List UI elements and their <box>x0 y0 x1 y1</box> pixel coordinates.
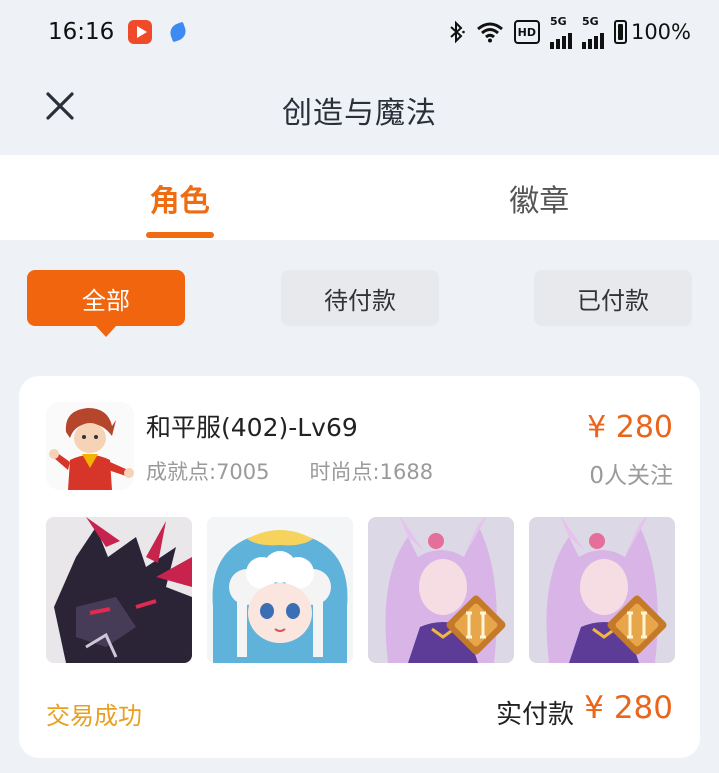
page-header: 创造与魔法 <box>0 64 719 155</box>
battery-icon <box>613 20 627 44</box>
tab-bar: 角色 徽章 <box>0 155 719 240</box>
status-bar: 16:16 HD 5G 5G 100% <box>0 0 719 64</box>
filter-bar: 全部 待付款 已付款 <box>0 268 719 338</box>
tab-role-label: 角色 <box>149 183 210 219</box>
battery-percent: 100% <box>630 20 691 44</box>
skin-thumbnail-dragon[interactable] <box>46 517 192 663</box>
tab-active-underline <box>145 232 214 238</box>
fashion-points: 时尚点:1688 <box>309 460 434 484</box>
filter-paid-button[interactable]: 已付款 <box>534 270 692 326</box>
follow-count: 0人关注 <box>589 463 673 489</box>
avatar <box>46 402 134 490</box>
paid-label: 实付款 <box>495 700 574 730</box>
signal-label: 5G <box>549 14 567 28</box>
signal-icon: 5G <box>549 16 572 49</box>
listing-price: ¥ 280 <box>587 410 673 445</box>
trade-status: 交易成功 <box>46 702 142 730</box>
status-bar-right: HD 5G 5G 100% <box>448 16 691 49</box>
status-bar-left: 16:16 <box>48 19 190 45</box>
paid-amount: ¥ 280 <box>584 690 673 726</box>
signal-label: 5G <box>581 14 599 28</box>
skin-thumbnail-cloud-doll[interactable] <box>207 517 353 663</box>
filter-pending-button[interactable]: 待付款 <box>281 270 439 326</box>
hd-icon: HD <box>513 20 540 44</box>
filter-all-button[interactable]: 全部 <box>27 270 185 337</box>
bluetooth-icon <box>448 20 466 44</box>
signal-icon: 5G <box>581 16 604 49</box>
blue-app-icon <box>166 20 190 44</box>
close-icon <box>46 92 74 120</box>
skin-thumbnail-fox-girl[interactable] <box>368 517 514 663</box>
stats-row: 成就点:7005 时尚点:1688 <box>146 456 433 486</box>
skin-thumbnail-fox-girl[interactable] <box>529 517 675 663</box>
skin-gallery <box>46 517 675 663</box>
page-title: 创造与魔法 <box>282 95 437 131</box>
tab-badge-label: 徽章 <box>509 183 570 219</box>
server-name: 和平服(402)-Lv69 <box>146 413 358 442</box>
achievement-points: 成就点:7005 <box>146 460 270 484</box>
video-app-icon <box>128 20 153 44</box>
wifi-icon <box>476 20 504 44</box>
close-button[interactable] <box>40 86 80 126</box>
tab-role[interactable]: 角色 <box>0 155 360 240</box>
status-time: 16:16 <box>48 19 115 45</box>
tab-badge[interactable]: 徽章 <box>360 155 719 240</box>
order-card[interactable]: 和平服(402)-Lv69 成就点:7005 时尚点:1688 ¥ 280 0人… <box>19 376 700 758</box>
